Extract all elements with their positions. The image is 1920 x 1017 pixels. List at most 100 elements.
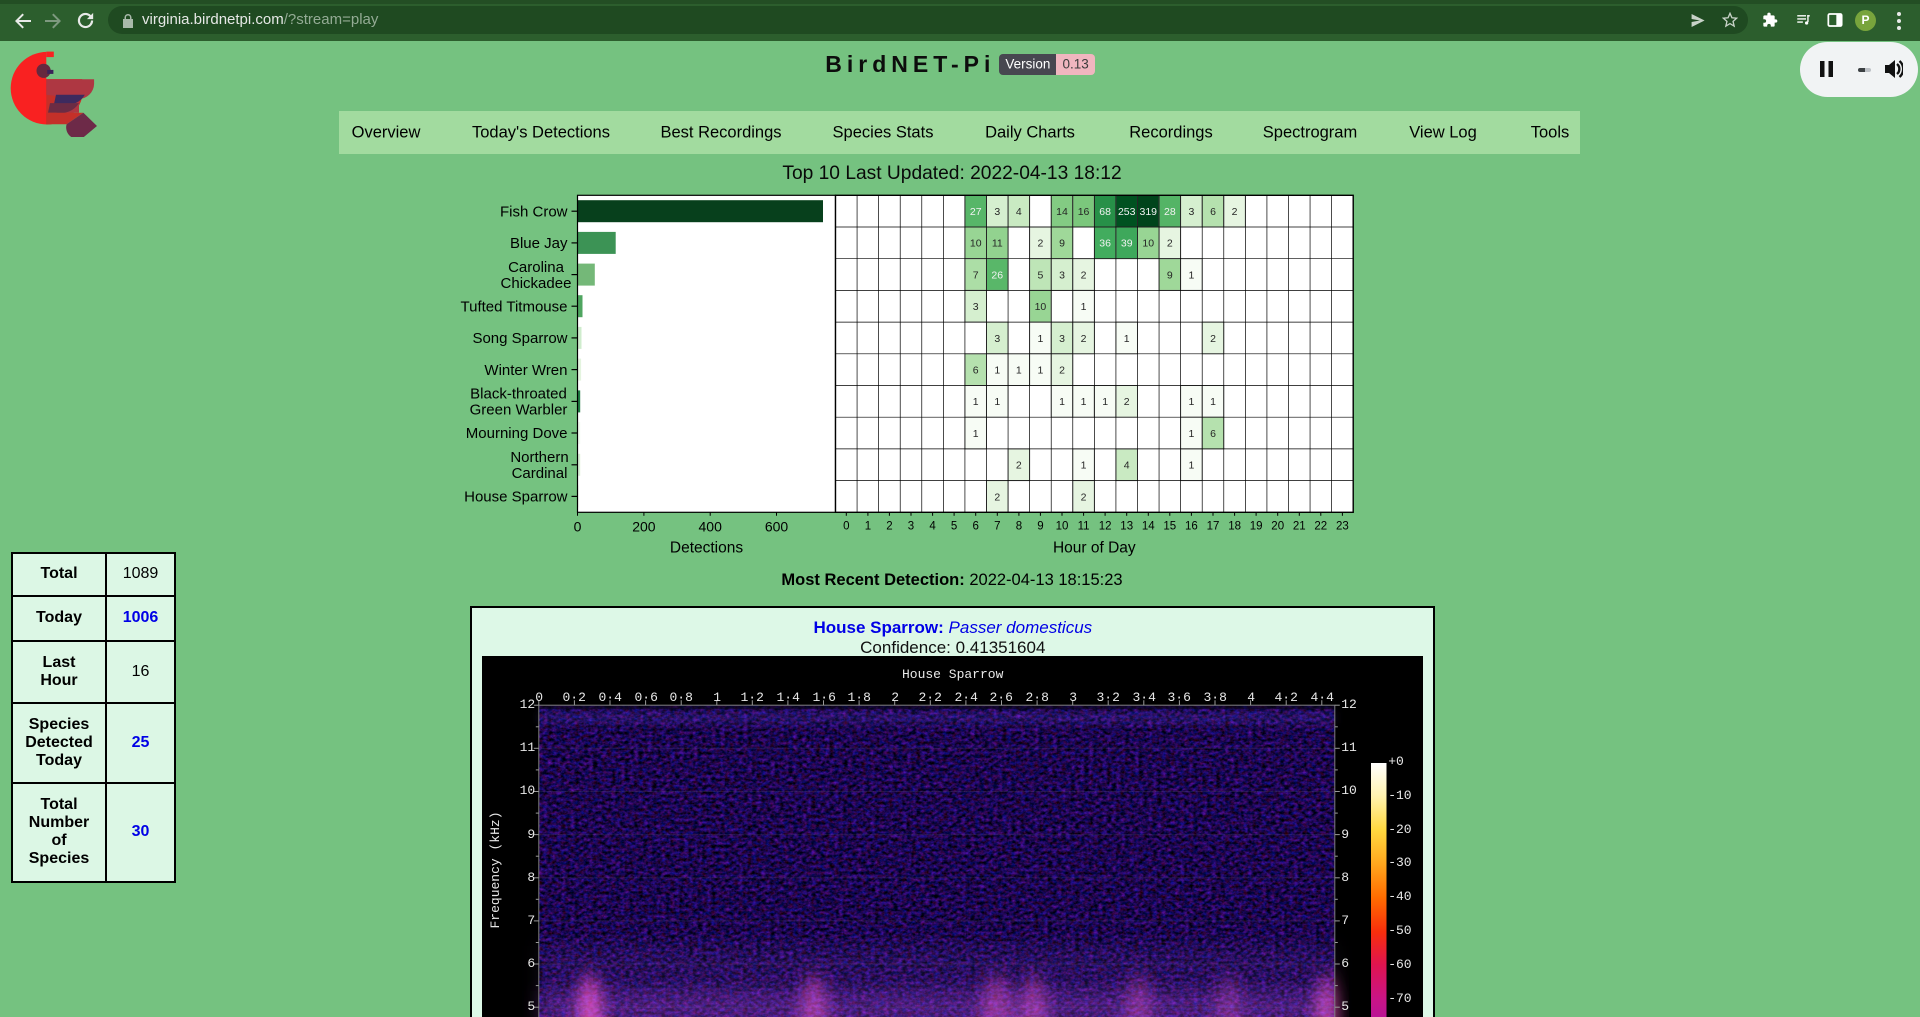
svg-text:1: 1 bbox=[1188, 460, 1194, 472]
svg-text:11: 11 bbox=[1078, 521, 1090, 533]
svg-text:4: 4 bbox=[1016, 206, 1022, 218]
svg-text:1: 1 bbox=[1188, 269, 1194, 281]
svg-text:4: 4 bbox=[1124, 460, 1130, 472]
svg-text:0: 0 bbox=[843, 521, 849, 533]
svg-text:2: 2 bbox=[1232, 206, 1238, 218]
svg-text:1: 1 bbox=[1188, 428, 1194, 440]
svg-text:600: 600 bbox=[765, 519, 789, 535]
svg-text:39: 39 bbox=[1121, 238, 1133, 250]
svg-text:19: 19 bbox=[1250, 521, 1263, 533]
svg-text:1: 1 bbox=[1059, 396, 1065, 408]
svg-text:14: 14 bbox=[1142, 521, 1155, 533]
svg-text:2: 2 bbox=[1059, 364, 1065, 376]
svg-text:1: 1 bbox=[1037, 333, 1043, 345]
svg-text:2: 2 bbox=[1081, 269, 1087, 281]
svg-text:Blue Jay: Blue Jay bbox=[510, 235, 568, 252]
svg-text:21: 21 bbox=[1293, 521, 1306, 533]
svg-text:2: 2 bbox=[1124, 396, 1130, 408]
svg-text:0: 0 bbox=[574, 519, 582, 535]
svg-text:1: 1 bbox=[1081, 460, 1087, 472]
svg-text:Chickadee: Chickadee bbox=[501, 275, 572, 292]
svg-text:18: 18 bbox=[1228, 521, 1241, 533]
svg-text:10: 10 bbox=[1035, 301, 1047, 313]
svg-text:4: 4 bbox=[929, 521, 936, 533]
svg-text:6: 6 bbox=[972, 521, 978, 533]
svg-text:13: 13 bbox=[1120, 521, 1133, 533]
svg-text:Green Warbler: Green Warbler bbox=[470, 402, 568, 419]
svg-text:10: 10 bbox=[1142, 238, 1154, 250]
svg-text:3: 3 bbox=[908, 521, 914, 533]
svg-text:Hour of Day: Hour of Day bbox=[1053, 540, 1136, 557]
svg-text:319: 319 bbox=[1140, 206, 1158, 218]
svg-text:1: 1 bbox=[1102, 396, 1108, 408]
svg-text:1: 1 bbox=[994, 396, 1000, 408]
svg-text:Mourning Dove: Mourning Dove bbox=[466, 425, 568, 442]
svg-text:5: 5 bbox=[951, 521, 957, 533]
svg-text:28: 28 bbox=[1164, 206, 1176, 218]
svg-text:10: 10 bbox=[970, 238, 982, 250]
svg-text:9: 9 bbox=[1037, 521, 1043, 533]
svg-text:17: 17 bbox=[1207, 521, 1220, 533]
svg-text:Song Sparrow: Song Sparrow bbox=[472, 330, 567, 347]
svg-text:9: 9 bbox=[1059, 238, 1065, 250]
svg-text:8: 8 bbox=[1016, 521, 1022, 533]
svg-text:House Sparrow: House Sparrow bbox=[464, 489, 568, 506]
svg-text:1: 1 bbox=[1188, 396, 1194, 408]
svg-text:6: 6 bbox=[1210, 428, 1216, 440]
svg-text:14: 14 bbox=[1056, 206, 1068, 218]
svg-text:200: 200 bbox=[632, 519, 656, 535]
svg-text:Cardinal: Cardinal bbox=[512, 465, 568, 482]
svg-text:3: 3 bbox=[994, 333, 1000, 345]
svg-text:16: 16 bbox=[1185, 521, 1198, 533]
svg-text:1: 1 bbox=[1081, 301, 1087, 313]
svg-text:1: 1 bbox=[1081, 396, 1087, 408]
svg-text:1: 1 bbox=[994, 364, 1000, 376]
svg-text:5: 5 bbox=[1037, 269, 1043, 281]
svg-text:26: 26 bbox=[991, 269, 1003, 281]
svg-text:3: 3 bbox=[1059, 269, 1065, 281]
svg-text:6: 6 bbox=[973, 364, 979, 376]
svg-text:36: 36 bbox=[1099, 238, 1111, 250]
svg-text:15: 15 bbox=[1163, 521, 1176, 533]
svg-text:3: 3 bbox=[994, 206, 1000, 218]
svg-text:1: 1 bbox=[865, 521, 871, 533]
svg-text:Carolina: Carolina bbox=[508, 259, 565, 276]
svg-text:3: 3 bbox=[1059, 333, 1065, 345]
svg-text:1: 1 bbox=[973, 396, 979, 408]
svg-text:20: 20 bbox=[1271, 521, 1284, 533]
svg-text:6: 6 bbox=[1210, 206, 1216, 218]
svg-text:Tufted Titmouse: Tufted Titmouse bbox=[461, 298, 568, 315]
svg-text:2: 2 bbox=[1016, 460, 1022, 472]
svg-text:2: 2 bbox=[1210, 333, 1216, 345]
svg-text:10: 10 bbox=[1056, 521, 1069, 533]
svg-text:1: 1 bbox=[973, 428, 979, 440]
svg-text:Winter Wren: Winter Wren bbox=[484, 362, 567, 379]
svg-text:68: 68 bbox=[1099, 206, 1111, 218]
svg-text:1: 1 bbox=[1037, 364, 1043, 376]
svg-text:2: 2 bbox=[886, 521, 892, 533]
svg-text:2: 2 bbox=[1081, 491, 1087, 503]
svg-text:16: 16 bbox=[1078, 206, 1090, 218]
svg-text:Detections: Detections bbox=[670, 540, 743, 557]
svg-text:2: 2 bbox=[1037, 238, 1043, 250]
svg-text:1: 1 bbox=[1210, 396, 1216, 408]
svg-text:27: 27 bbox=[970, 206, 982, 218]
svg-text:Black-throated: Black-throated bbox=[470, 386, 567, 403]
svg-text:Fish Crow: Fish Crow bbox=[500, 203, 568, 220]
svg-text:9: 9 bbox=[1167, 269, 1173, 281]
svg-text:1: 1 bbox=[1016, 364, 1022, 376]
svg-text:2: 2 bbox=[1081, 333, 1087, 345]
svg-text:22: 22 bbox=[1314, 521, 1327, 533]
svg-text:400: 400 bbox=[699, 519, 723, 535]
svg-text:7: 7 bbox=[973, 269, 979, 281]
svg-text:23: 23 bbox=[1336, 521, 1349, 533]
svg-text:1: 1 bbox=[1124, 333, 1130, 345]
svg-text:7: 7 bbox=[994, 521, 1000, 533]
svg-text:Northern: Northern bbox=[510, 449, 568, 466]
svg-text:2: 2 bbox=[1167, 238, 1173, 250]
svg-text:12: 12 bbox=[1099, 521, 1112, 533]
svg-text:3: 3 bbox=[973, 301, 979, 313]
svg-text:2: 2 bbox=[994, 491, 1000, 503]
svg-text:3: 3 bbox=[1188, 206, 1194, 218]
svg-text:11: 11 bbox=[992, 238, 1003, 250]
